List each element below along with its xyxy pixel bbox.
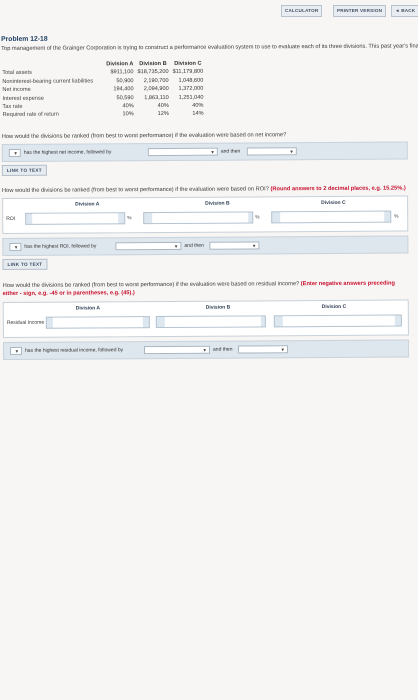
- row-label: Noninterest-bearing current liabilities: [2, 78, 94, 85]
- column-header-division-c: Division C: [174, 60, 202, 67]
- cell-value: $18,735,200: [137, 69, 169, 76]
- chevron-down-icon: ▼: [251, 243, 257, 249]
- chevron-down-icon: ▼: [173, 243, 179, 249]
- cell-value: 1,048,600: [178, 77, 204, 84]
- roi-division-c-input[interactable]: [280, 211, 385, 223]
- cell-value: 40%: [157, 103, 169, 110]
- ri-division-a-cell: [45, 316, 150, 329]
- back-button[interactable]: ◄ BACK: [391, 5, 418, 17]
- answer-box-roi: ▼ has the highest ROI, followed by ▼ and…: [2, 235, 409, 256]
- and-then-label: and then: [212, 346, 233, 353]
- roi-division-a-cell: [25, 212, 126, 225]
- link-to-text-button[interactable]: LINK TO TEXT: [2, 258, 48, 270]
- chevron-down-icon: ▼: [14, 348, 20, 354]
- cell-value: 12%: [157, 111, 169, 118]
- question-net-income: How would the divisions be ranked (from …: [1, 132, 287, 140]
- financial-data-table: Division A Division B Division C Total a…: [0, 60, 205, 120]
- select-label: has the highest residual income, followe…: [25, 347, 124, 354]
- cell-value: 50,900: [116, 77, 134, 85]
- cell-value: 194,400: [113, 86, 134, 93]
- chevron-down-icon: ▼: [202, 347, 208, 353]
- page: CALCULATOR PRINTER VERSION ◄ BACK Proble…: [0, 0, 418, 700]
- problem-intro: Top management of the Grainger Corporati…: [1, 43, 418, 52]
- column-header-division-c: Division C: [321, 303, 347, 311]
- instruction-text: (Round answers to 2 decimal places, e.g.…: [270, 185, 406, 193]
- cell-value: $11,179,800: [172, 69, 204, 76]
- rank-2-select[interactable]: ▼: [143, 345, 211, 355]
- link-to-text-button[interactable]: LINK TO TEXT: [1, 164, 47, 176]
- cell-value: 10%: [122, 111, 134, 118]
- cell-value: 2,094,900: [143, 86, 169, 93]
- toolbar: CALCULATOR PRINTER VERSION ◄ BACK: [0, 0, 418, 18]
- cell-value: 40%: [192, 102, 204, 109]
- chevron-down-icon: ▼: [210, 149, 215, 155]
- column-header-division-a: Division A: [106, 61, 134, 68]
- residual-income-input-grid: Division A Division B Division C Residua…: [2, 299, 409, 338]
- percent-unit: %: [394, 214, 399, 220]
- ri-division-a-input[interactable]: [52, 317, 143, 328]
- column-header-division-b: Division B: [139, 60, 167, 68]
- answer-box-residual-income: ▼ has the highest residual income, follo…: [2, 339, 410, 360]
- column-header-division-c: Division C: [321, 199, 346, 207]
- and-then-label: and then: [220, 148, 241, 155]
- chevron-down-icon: ▼: [13, 244, 19, 250]
- rank-1-select[interactable]: ▼: [9, 242, 22, 251]
- cell-value: 1,372,000: [178, 85, 204, 93]
- rank-2-select[interactable]: ▼: [147, 147, 218, 157]
- cell-value: 2,190,700: [143, 77, 169, 84]
- column-header-division-a: Division A: [75, 305, 101, 312]
- question-text: How would the divisions be ranked (from …: [2, 281, 300, 289]
- chevron-down-icon: ▼: [289, 149, 294, 155]
- cell-value: $911,100: [110, 69, 134, 76]
- cell-value: 50,590: [116, 94, 134, 101]
- roi-division-b-input[interactable]: [152, 212, 249, 224]
- select-label: has the highest net income, followed by: [23, 149, 112, 156]
- rank-3-select[interactable]: ▼: [209, 241, 260, 250]
- roi-division-b-cell: [143, 211, 254, 225]
- roi-division-c-cell: [271, 210, 392, 224]
- ri-division-b-cell: [155, 315, 266, 329]
- percent-unit: %: [127, 216, 132, 222]
- rank-1-select[interactable]: ▼: [9, 346, 23, 355]
- roi-division-a-input[interactable]: [32, 213, 119, 224]
- printer-version-button[interactable]: PRINTER VERSION: [333, 5, 387, 17]
- chevron-down-icon: ▼: [280, 347, 286, 353]
- question-residual-income: How would the divisions be ranked (from …: [3, 280, 407, 298]
- chevron-down-icon: ▼: [13, 150, 18, 156]
- select-label: has the highest ROI, followed by: [24, 243, 97, 250]
- ri-division-b-input[interactable]: [164, 316, 261, 327]
- answer-box-net-income: ▼ has the highest net income, followed b…: [1, 141, 408, 162]
- column-header-division-b: Division B: [205, 304, 231, 311]
- row-label: Required rate of return: [2, 112, 59, 119]
- question-text: How would the divisions be ranked (from …: [2, 186, 269, 194]
- and-then-label: and then: [184, 242, 204, 249]
- cell-value: 1,863,110: [144, 94, 169, 101]
- rank-2-select[interactable]: ▼: [115, 241, 182, 251]
- ri-division-c-cell: [273, 314, 402, 328]
- problem-content: Problem 12-18 Top management of the Grai…: [0, 20, 418, 700]
- cell-value: 14%: [192, 111, 204, 118]
- cell-value: 40%: [122, 103, 134, 110]
- rank-3-select[interactable]: ▼: [246, 147, 297, 156]
- rank-3-select[interactable]: ▼: [237, 345, 289, 354]
- row-label-roi: ROI: [6, 215, 16, 222]
- percent-unit: %: [255, 215, 260, 221]
- problem-title: Problem 12-18: [1, 35, 48, 43]
- column-header-division-a: Division A: [75, 201, 100, 208]
- ri-division-c-input[interactable]: [282, 315, 395, 327]
- calculator-button[interactable]: CALCULATOR: [281, 5, 323, 17]
- row-label-residual-income: Residual Income: [6, 319, 45, 326]
- roi-input-grid: Division A Division B Division C ROI % %…: [2, 195, 409, 234]
- rank-1-select[interactable]: ▼: [8, 148, 21, 157]
- column-header-division-b: Division B: [205, 200, 230, 207]
- table-row: Required rate of return 10% 12% 14%: [1, 110, 206, 120]
- question-roi: How would the divisions be ranked (from …: [2, 186, 406, 194]
- cell-value: 1,251,040: [178, 94, 204, 101]
